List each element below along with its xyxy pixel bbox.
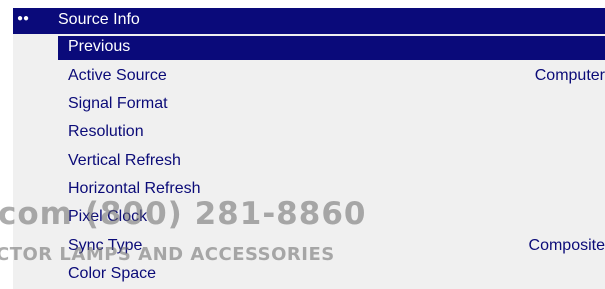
menu-title-bar: ●● Source Info	[13, 8, 605, 34]
menu-item-pixel-clock[interactable]: Pixel Clock	[58, 206, 605, 230]
menu-item-label: Sync Type	[68, 237, 143, 254]
menu-item-label: Previous	[68, 38, 131, 55]
menu-item-value: Composite	[528, 237, 605, 254]
menu-item-label: Signal Format	[68, 95, 168, 112]
menu-level-dots-icon: ●●	[17, 13, 30, 24]
menu-item-signal-format[interactable]: Signal Format	[58, 93, 605, 117]
menu-item-horizontal-refresh[interactable]: Horizontal Refresh	[58, 178, 605, 202]
menu-item-label: Active Source	[68, 67, 167, 84]
menu-item-label: Resolution	[68, 123, 144, 140]
menu-item-vertical-refresh[interactable]: Vertical Refresh	[58, 150, 605, 174]
menu-item-label: Vertical Refresh	[68, 152, 181, 169]
menu-item-sync-type[interactable]: Sync Type Composite	[58, 235, 605, 259]
source-info-menu: ●● Source Info Previous Active Source Co…	[13, 8, 605, 289]
menu-item-previous[interactable]: Previous	[58, 36, 605, 60]
menu-item-value: Computer	[534, 67, 605, 84]
menu-item-active-source[interactable]: Active Source Computer	[58, 65, 605, 89]
menu-item-label: Color Space	[68, 265, 157, 282]
menu-item-label: Pixel Clock	[68, 208, 148, 225]
menu-title: Source Info	[58, 11, 140, 28]
menu-item-resolution[interactable]: Resolution	[58, 121, 605, 145]
menu-item-label: Horizontal Refresh	[68, 180, 201, 197]
menu-item-color-space[interactable]: Color Space	[58, 263, 605, 287]
